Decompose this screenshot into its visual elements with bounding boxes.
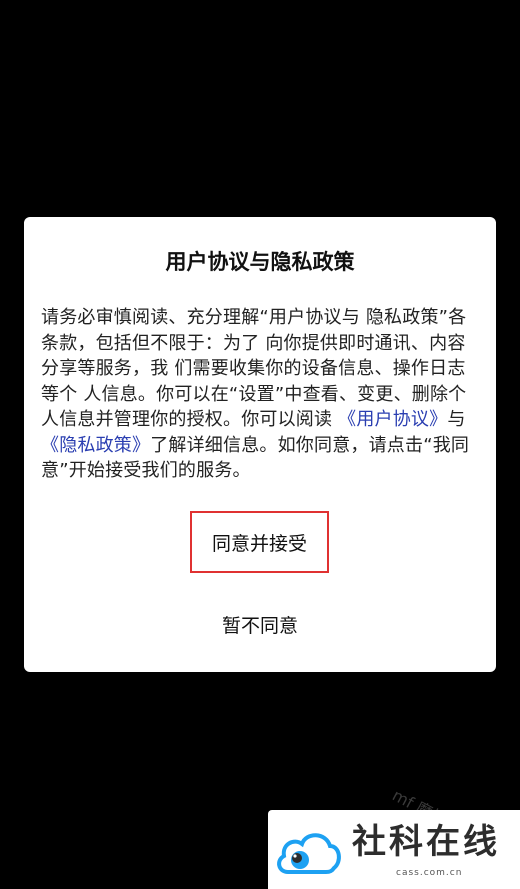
accept-button[interactable]: 同意并接受: [190, 511, 329, 573]
dialog-body: 请务必审慎阅读、充分理解“用户协议与 隐私政策”各条款，包括但不限于：为了 向你…: [41, 305, 483, 484]
user-agreement-link[interactable]: 《用户协议》: [338, 409, 447, 430]
cloud-eye-logo-icon: [277, 833, 341, 874]
privacy-dialog: 用户协议与隐私政策 请务必审慎阅读、充分理解“用户协议与 隐私政策”各条款，包括…: [24, 217, 496, 672]
watermark-url: cass.com.cn: [396, 868, 463, 878]
dialog-title: 用户协议与隐私政策: [165, 250, 355, 274]
body-text-2: 与: [447, 409, 466, 430]
watermark-banner: 社科在线 cass.com.cn: [268, 810, 520, 889]
privacy-policy-link[interactable]: 《隐私政策》: [41, 435, 150, 456]
decline-button[interactable]: 暂不同意: [184, 607, 336, 641]
watermark-title: 社科在线: [352, 822, 500, 862]
screen: 用户协议与隐私政策 请务必审慎阅读、充分理解“用户协议与 隐私政策”各条款，包括…: [0, 0, 520, 889]
